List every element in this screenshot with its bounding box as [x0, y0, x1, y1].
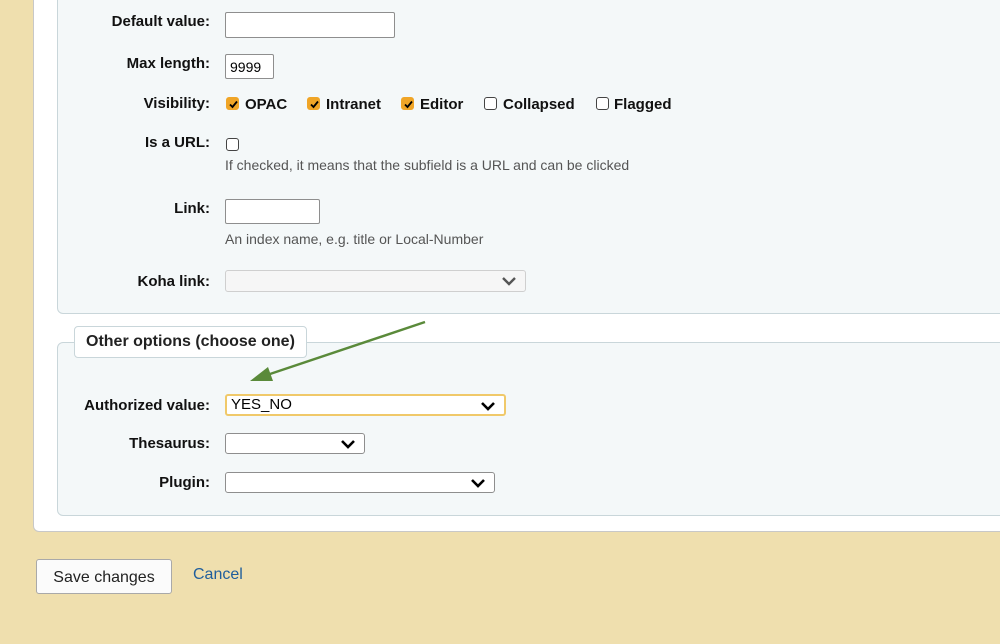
checkmark-icon: [404, 100, 413, 109]
collapsed-checkbox[interactable]: [484, 97, 497, 110]
is-url-hint: If checked, it means that the subfield i…: [225, 157, 630, 173]
max-length-label: Max length:: [126, 55, 210, 72]
authorized-value-value: YES_NO: [231, 396, 292, 413]
chevron-down-icon: [481, 402, 495, 411]
koha-link-select[interactable]: [225, 270, 526, 292]
link-input[interactable]: [225, 199, 320, 224]
thesaurus-select[interactable]: [225, 433, 365, 454]
authorized-value-select[interactable]: YES_NO: [225, 394, 506, 416]
koha-link-label: Koha link:: [137, 273, 210, 290]
thesaurus-label: Thesaurus:: [129, 435, 210, 452]
checkmark-icon: [229, 100, 238, 109]
chevron-down-icon: [471, 479, 485, 488]
default-value-input[interactable]: [225, 12, 395, 38]
editor-checkbox[interactable]: [401, 97, 414, 110]
flagged-checkbox-label: Flagged: [614, 96, 672, 113]
max-length-input[interactable]: [225, 54, 274, 79]
collapsed-checkbox-label: Collapsed: [503, 96, 575, 113]
is-url-checkbox[interactable]: [226, 138, 239, 151]
visibility-label: Visibility:: [143, 95, 210, 112]
flagged-checkbox[interactable]: [596, 97, 609, 110]
link-hint: An index name, e.g. title or Local-Numbe…: [225, 231, 484, 247]
opac-checkbox[interactable]: [226, 97, 239, 110]
chevron-down-icon: [502, 277, 516, 286]
intranet-checkbox[interactable]: [307, 97, 320, 110]
is-url-label: Is a URL:: [144, 134, 210, 151]
editor-checkbox-label: Editor: [420, 96, 464, 113]
chevron-down-icon: [341, 440, 355, 449]
opac-checkbox-label: OPAC: [245, 96, 288, 113]
checkmark-icon: [310, 100, 319, 109]
default-value-label: Default value:: [111, 13, 210, 30]
save-changes-button[interactable]: Save changes: [36, 559, 172, 594]
authorized-value-label: Authorized value:: [84, 397, 210, 414]
cancel-link[interactable]: Cancel: [193, 566, 243, 584]
plugin-label: Plugin:: [159, 474, 210, 491]
intranet-checkbox-label: Intranet: [326, 96, 382, 113]
link-label: Link:: [174, 200, 210, 217]
annotation-arrow: [250, 320, 426, 381]
plugin-select[interactable]: [225, 472, 495, 493]
